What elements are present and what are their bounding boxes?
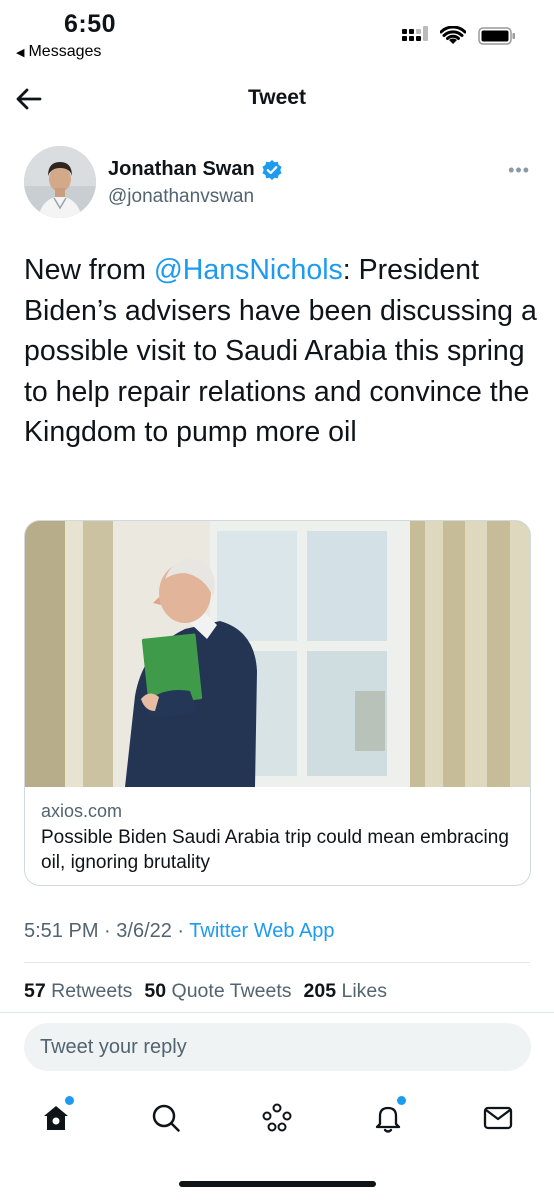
page-title: Tweet (248, 86, 306, 109)
tab-notifications[interactable] (368, 1096, 408, 1138)
search-icon (152, 1104, 180, 1132)
tab-search[interactable] (146, 1098, 186, 1138)
messages-icon (483, 1106, 513, 1130)
tweet-meta: 5:51 PM · 3/6/22 · Twitter Web App (24, 920, 335, 943)
tweet-text-before: New from (24, 254, 154, 286)
author-name[interactable]: Jonathan Swan (108, 158, 283, 181)
status-time: 6:50 (64, 10, 117, 38)
tab-home[interactable] (36, 1096, 76, 1138)
card-image (25, 521, 530, 787)
status-bar: 6:50 ◀ Messages (0, 0, 554, 70)
tweet-author: Jonathan Swan @jonathanvswan ••• (24, 146, 530, 222)
quotes-label: Quote Tweets (171, 980, 292, 1002)
meta-separator: · (98, 920, 117, 942)
verified-badge-icon (262, 159, 282, 180)
reply-placeholder: Tweet your reply (40, 1036, 187, 1058)
likes-count: 205 (303, 980, 337, 1002)
tweet-source-link[interactable]: Twitter Web App (189, 920, 334, 942)
quote-tweets-stat[interactable]: 50 Quote Tweets (144, 980, 291, 1003)
card-domain: axios.com (41, 801, 123, 821)
back-triangle-icon: ◀ (16, 46, 25, 59)
home-notification-dot (65, 1096, 74, 1105)
back-app-label: Messages (28, 43, 102, 60)
card-title: Possible Biden Saudi Arabia trip could m… (41, 827, 509, 873)
likes-label: Likes (341, 980, 388, 1002)
wifi-icon (440, 26, 466, 44)
notifications-dot (397, 1096, 406, 1105)
home-indicator (179, 1181, 376, 1187)
more-options-icon[interactable]: ••• (508, 160, 530, 181)
likes-stat[interactable]: 205 Likes (304, 980, 388, 1003)
avatar-portrait-icon (24, 146, 96, 218)
retweets-label: Retweets (51, 980, 133, 1002)
tab-spaces[interactable] (257, 1098, 297, 1138)
link-preview-card[interactable]: axios.com Possible Biden Saudi Arabia tr… (24, 520, 531, 886)
divider (24, 962, 530, 963)
meta-separator: · (171, 920, 190, 942)
top-nav: Tweet (0, 78, 554, 122)
battery-icon (478, 27, 515, 45)
spaces-icon (262, 1103, 292, 1132)
author-avatar[interactable] (24, 146, 96, 218)
quotes-count: 50 (144, 980, 167, 1002)
notifications-icon (375, 1106, 401, 1133)
retweets-stat[interactable]: 57 Retweets (24, 980, 132, 1003)
mention-link[interactable]: @HansNichols (154, 254, 343, 286)
tweet-text: New from @HansNichols: President Biden’s… (24, 250, 538, 453)
tab-messages[interactable] (478, 1098, 518, 1138)
reply-input[interactable]: Tweet your reply (24, 1023, 531, 1071)
divider (0, 1012, 554, 1013)
tweet-date: 3/6/22 (116, 920, 172, 942)
cellular-signal-icon (402, 26, 428, 41)
author-name-text: Jonathan Swan (108, 158, 255, 180)
home-icon (44, 1106, 68, 1130)
author-handle[interactable]: @jonathanvswan (108, 186, 254, 208)
status-icons (402, 26, 516, 46)
retweets-count: 57 (24, 980, 46, 1002)
back-to-messages-link[interactable]: ◀ Messages (16, 43, 101, 61)
tweet-time: 5:51 PM (24, 920, 99, 942)
tweet-stats: 57 Retweets 50 Quote Tweets 205 Likes (24, 980, 387, 1003)
